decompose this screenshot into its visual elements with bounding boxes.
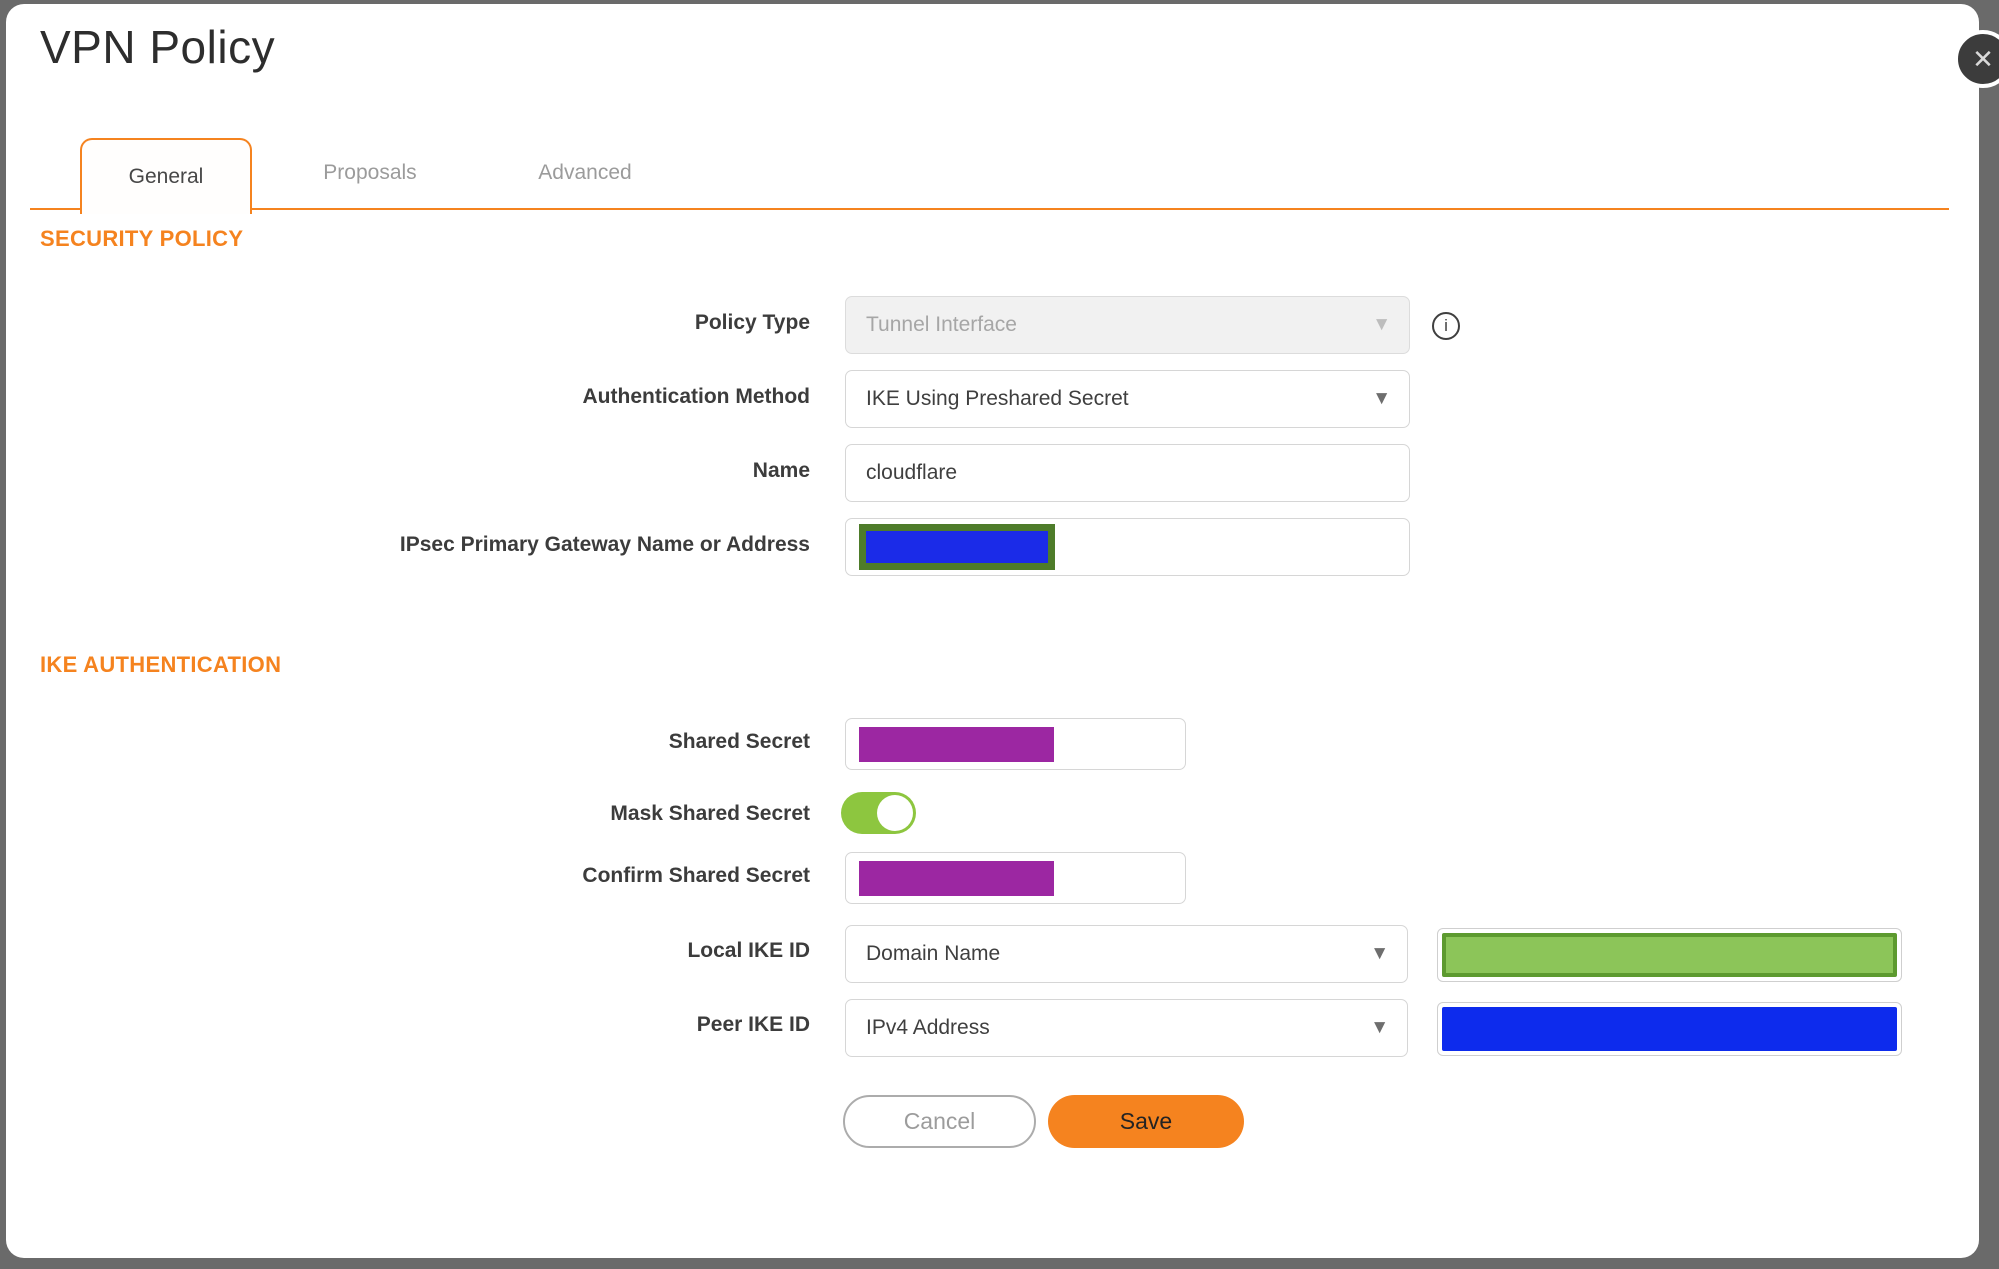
page-title: VPN Policy	[40, 21, 276, 73]
auth-method-select[interactable]: IKE Using Preshared Secret ▼	[845, 370, 1410, 428]
name-input[interactable]	[845, 444, 1410, 502]
tab-proposals-label: Proposals	[323, 161, 417, 184]
local-ike-id-redacted-value	[1442, 933, 1897, 977]
tab-advanced-label: Advanced	[538, 161, 632, 184]
mask-shared-secret-toggle[interactable]	[841, 792, 916, 834]
auth-method-value: IKE Using Preshared Secret	[866, 387, 1129, 410]
gateway-redacted-value	[859, 524, 1055, 570]
info-icon-glyph: i	[1444, 316, 1448, 335]
chevron-down-icon: ▼	[1370, 943, 1389, 964]
vpn-policy-screen: VPN Policy General Proposals Advanced SE…	[0, 0, 1999, 1269]
confirm-shared-secret-redacted-value	[859, 861, 1054, 896]
tab-proposals[interactable]: Proposals	[290, 138, 450, 208]
peer-ike-id-label: Peer IKE ID	[696, 1013, 810, 1036]
tab-underline	[30, 208, 1949, 210]
peer-ike-id-value: IPv4 Address	[866, 1016, 990, 1039]
policy-type-label: Policy Type	[694, 311, 810, 334]
auth-method-label: Authentication Method	[582, 385, 810, 408]
toggle-knob-icon	[877, 795, 913, 831]
tab-general-label: General	[128, 165, 204, 188]
policy-type-select: Tunnel Interface ▼	[845, 296, 1410, 354]
local-ike-id-value: Domain Name	[866, 942, 1001, 965]
local-ike-id-label: Local IKE ID	[687, 939, 810, 962]
policy-type-value: Tunnel Interface	[866, 313, 1017, 336]
gateway-label: IPsec Primary Gateway Name or Address	[399, 533, 810, 556]
vpn-policy-dialog: VPN Policy General Proposals Advanced SE…	[6, 4, 1979, 1258]
peer-ike-id-select[interactable]: IPv4 Address ▼	[845, 999, 1408, 1057]
local-ike-id-select[interactable]: Domain Name ▼	[845, 925, 1408, 983]
tab-advanced[interactable]: Advanced	[505, 138, 665, 208]
shared-secret-redacted-value	[859, 727, 1054, 762]
mask-shared-secret-label: Mask Shared Secret	[610, 802, 810, 825]
confirm-shared-secret-label: Confirm Shared Secret	[582, 864, 810, 887]
shared-secret-label: Shared Secret	[668, 730, 810, 753]
name-label: Name	[752, 459, 810, 482]
peer-ike-id-redacted-value	[1442, 1007, 1897, 1051]
chevron-down-icon: ▼	[1372, 388, 1391, 409]
ike-authentication-heading: IKE AUTHENTICATION	[40, 652, 282, 677]
chevron-down-icon: ▼	[1370, 1017, 1389, 1038]
local-ike-id-value-field[interactable]	[1437, 928, 1902, 982]
tab-general[interactable]: General	[80, 138, 252, 214]
info-icon[interactable]: i	[1432, 312, 1460, 340]
cancel-button[interactable]: Cancel	[843, 1095, 1036, 1148]
peer-ike-id-value-field[interactable]	[1437, 1002, 1902, 1056]
security-policy-heading: SECURITY POLICY	[40, 226, 244, 251]
chevron-down-icon: ▼	[1372, 314, 1391, 335]
save-button[interactable]: Save	[1048, 1095, 1244, 1148]
